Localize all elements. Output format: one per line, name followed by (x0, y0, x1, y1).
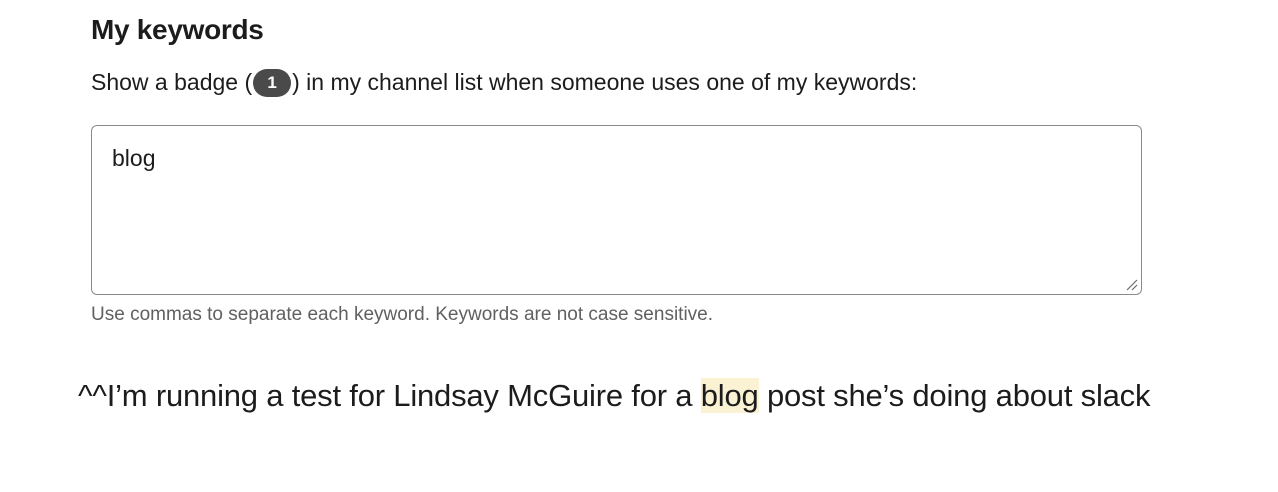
badge-example: 1 (253, 69, 292, 97)
keywords-hint: Use commas to separate each keyword. Key… (91, 304, 714, 325)
keywords-field-wrapper: blog (91, 125, 1142, 295)
keywords-textarea[interactable]: blog (92, 126, 1141, 294)
description-text-after: ) in my channel list when someone uses o… (292, 69, 918, 95)
resize-handle-icon[interactable] (1125, 278, 1138, 291)
section-title: My keywords (91, 14, 264, 45)
highlighted-keyword: blog (700, 378, 759, 413)
keyword-description: Show a badge (1) in my channel list when… (91, 66, 917, 98)
comment-text: ^^I’m running a test for Lindsay McGuire… (78, 375, 1150, 417)
comment-text-before: ^^I’m running a test for Lindsay McGuire… (78, 378, 701, 413)
comment-text-after: post she’s doing about slack (758, 378, 1151, 413)
description-text-before: Show a badge ( (91, 69, 253, 95)
